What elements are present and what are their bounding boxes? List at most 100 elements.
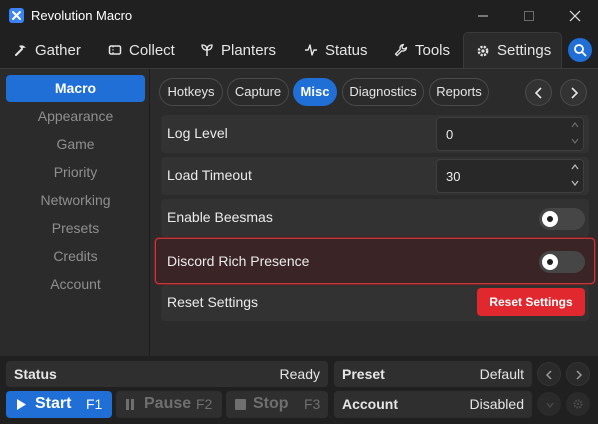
log-level-spinbox[interactable]: 0 bbox=[436, 117, 584, 151]
window-title: Revolution Macro bbox=[31, 8, 133, 23]
tab-gather-label: Gather bbox=[35, 41, 81, 59]
tab-status-label: Status bbox=[325, 41, 368, 59]
preset-value: Default bbox=[479, 366, 524, 382]
subtab-diagnostics[interactable]: Diagnostics bbox=[342, 78, 424, 106]
sidebar-item-networking[interactable]: Networking bbox=[6, 187, 145, 214]
status-value: Ready bbox=[279, 366, 320, 382]
chevron-down-icon[interactable] bbox=[571, 138, 579, 144]
status-label: Status bbox=[14, 366, 57, 382]
sidebar-item-credits[interactable]: Credits bbox=[6, 243, 145, 270]
sidebar-item-account[interactable]: Account bbox=[6, 271, 145, 298]
enable-beesmas-toggle[interactable] bbox=[539, 208, 585, 230]
chevron-up-icon[interactable] bbox=[571, 164, 579, 170]
subtab-misc[interactable]: Misc bbox=[293, 78, 337, 106]
sprout-icon bbox=[201, 44, 213, 56]
gear-icon bbox=[477, 45, 489, 56]
gear-icon bbox=[573, 399, 583, 409]
stop-hotkey: F3 bbox=[304, 396, 321, 412]
chevron-left-icon bbox=[534, 87, 542, 99]
chevron-down-icon[interactable] bbox=[571, 180, 579, 186]
ticket-icon bbox=[108, 45, 122, 55]
load-timeout-stepper[interactable] bbox=[566, 160, 583, 192]
discord-rich-presence-toggle[interactable] bbox=[539, 251, 585, 273]
app-logo-icon bbox=[9, 8, 24, 23]
tab-gather[interactable]: Gather bbox=[2, 32, 94, 68]
start-label: Start bbox=[35, 395, 72, 412]
tab-planters-label: Planters bbox=[221, 41, 277, 59]
toggle-knob bbox=[542, 254, 558, 270]
reset-settings-label: Reset Settings bbox=[167, 294, 259, 310]
main-panel: Macro Appearance Game Priority Networkin… bbox=[0, 68, 598, 357]
preset-next-button[interactable] bbox=[566, 362, 590, 386]
preset-prev-button[interactable] bbox=[537, 362, 561, 386]
pause-hotkey: F2 bbox=[196, 396, 213, 412]
settings-sidebar: Macro Appearance Game Priority Networkin… bbox=[0, 69, 150, 357]
setting-row-reset-settings: Reset Settings Reset Settings bbox=[161, 285, 589, 321]
log-level-label: Log Level bbox=[167, 125, 228, 141]
load-timeout-spinbox[interactable]: 30 bbox=[436, 159, 584, 193]
setting-row-log-level: Log Level 0 bbox=[161, 115, 589, 153]
setting-row-discord-rich-presence: Discord Rich Presence bbox=[155, 238, 595, 284]
main-tab-bar: Gather Collect Planters Status Tools Set… bbox=[0, 32, 598, 68]
pause-button[interactable]: Pause F2 bbox=[116, 391, 222, 418]
reset-settings-button[interactable]: Reset Settings bbox=[477, 288, 585, 316]
pulse-icon bbox=[305, 44, 317, 56]
minimize-button[interactable] bbox=[460, 0, 506, 32]
chevron-up-icon[interactable] bbox=[571, 122, 579, 128]
tab-tools-label: Tools bbox=[415, 41, 451, 59]
account-label: Account bbox=[342, 396, 398, 412]
search-icon bbox=[574, 44, 587, 57]
subtab-next-button[interactable] bbox=[560, 79, 587, 106]
subtab-prev-button[interactable] bbox=[525, 79, 552, 106]
sidebar-item-priority[interactable]: Priority bbox=[6, 159, 145, 186]
preset-label: Preset bbox=[342, 366, 385, 382]
chevron-left-icon bbox=[545, 370, 552, 380]
sidebar-item-appearance[interactable]: Appearance bbox=[6, 103, 145, 130]
preset-readout: Preset Default bbox=[334, 361, 532, 387]
wrench-icon bbox=[394, 43, 408, 57]
status-readout: Status Ready bbox=[6, 361, 328, 387]
tab-collect[interactable]: Collect bbox=[96, 32, 190, 68]
chevron-right-icon bbox=[576, 370, 583, 380]
subtab-reports[interactable]: Reports bbox=[429, 78, 489, 106]
search-button[interactable] bbox=[568, 38, 592, 62]
load-timeout-value[interactable]: 30 bbox=[446, 169, 460, 184]
stop-button[interactable]: Stop F3 bbox=[226, 391, 328, 418]
play-icon bbox=[17, 399, 26, 410]
sidebar-item-game[interactable]: Game bbox=[6, 131, 145, 158]
load-timeout-label: Load Timeout bbox=[167, 167, 252, 183]
title-bar: Revolution Macro bbox=[0, 0, 598, 32]
subtab-capture[interactable]: Capture bbox=[227, 78, 289, 106]
sidebar-item-macro[interactable]: Macro bbox=[6, 75, 145, 102]
log-level-stepper[interactable] bbox=[566, 118, 583, 150]
account-value: Disabled bbox=[469, 396, 524, 412]
pause-icon bbox=[126, 399, 134, 410]
pause-label: Pause bbox=[144, 395, 192, 412]
sidebar-item-presets[interactable]: Presets bbox=[6, 215, 145, 242]
account-settings-button[interactable] bbox=[566, 392, 590, 416]
setting-row-enable-beesmas: Enable Beesmas bbox=[161, 199, 589, 237]
tab-settings-label: Settings bbox=[497, 42, 552, 59]
tab-planters[interactable]: Planters bbox=[188, 32, 288, 68]
enable-beesmas-label: Enable Beesmas bbox=[167, 209, 273, 225]
account-readout: Account Disabled bbox=[334, 391, 532, 418]
tab-settings[interactable]: Settings bbox=[463, 32, 562, 68]
tab-status[interactable]: Status bbox=[292, 32, 380, 68]
discord-rich-presence-label: Discord Rich Presence bbox=[167, 253, 310, 269]
start-hotkey: F1 bbox=[86, 396, 103, 412]
tab-collect-label: Collect bbox=[129, 41, 175, 59]
subtab-hotkeys[interactable]: Hotkeys bbox=[159, 78, 223, 106]
log-level-value[interactable]: 0 bbox=[446, 127, 453, 142]
chevron-down-icon bbox=[546, 402, 554, 409]
tab-tools[interactable]: Tools bbox=[382, 32, 462, 68]
close-button[interactable] bbox=[552, 0, 598, 32]
maximize-button[interactable] bbox=[506, 0, 552, 32]
start-button[interactable]: Start F1 bbox=[6, 391, 112, 418]
account-dropdown-button[interactable] bbox=[537, 392, 561, 416]
settings-content: Hotkeys Capture Misc Diagnostics Reports… bbox=[151, 69, 598, 357]
stop-icon bbox=[235, 399, 246, 410]
setting-row-load-timeout: Load Timeout 30 bbox=[161, 157, 589, 195]
toggle-knob bbox=[542, 211, 558, 227]
chevron-right-icon bbox=[571, 87, 579, 99]
pickaxe-icon bbox=[15, 45, 26, 56]
